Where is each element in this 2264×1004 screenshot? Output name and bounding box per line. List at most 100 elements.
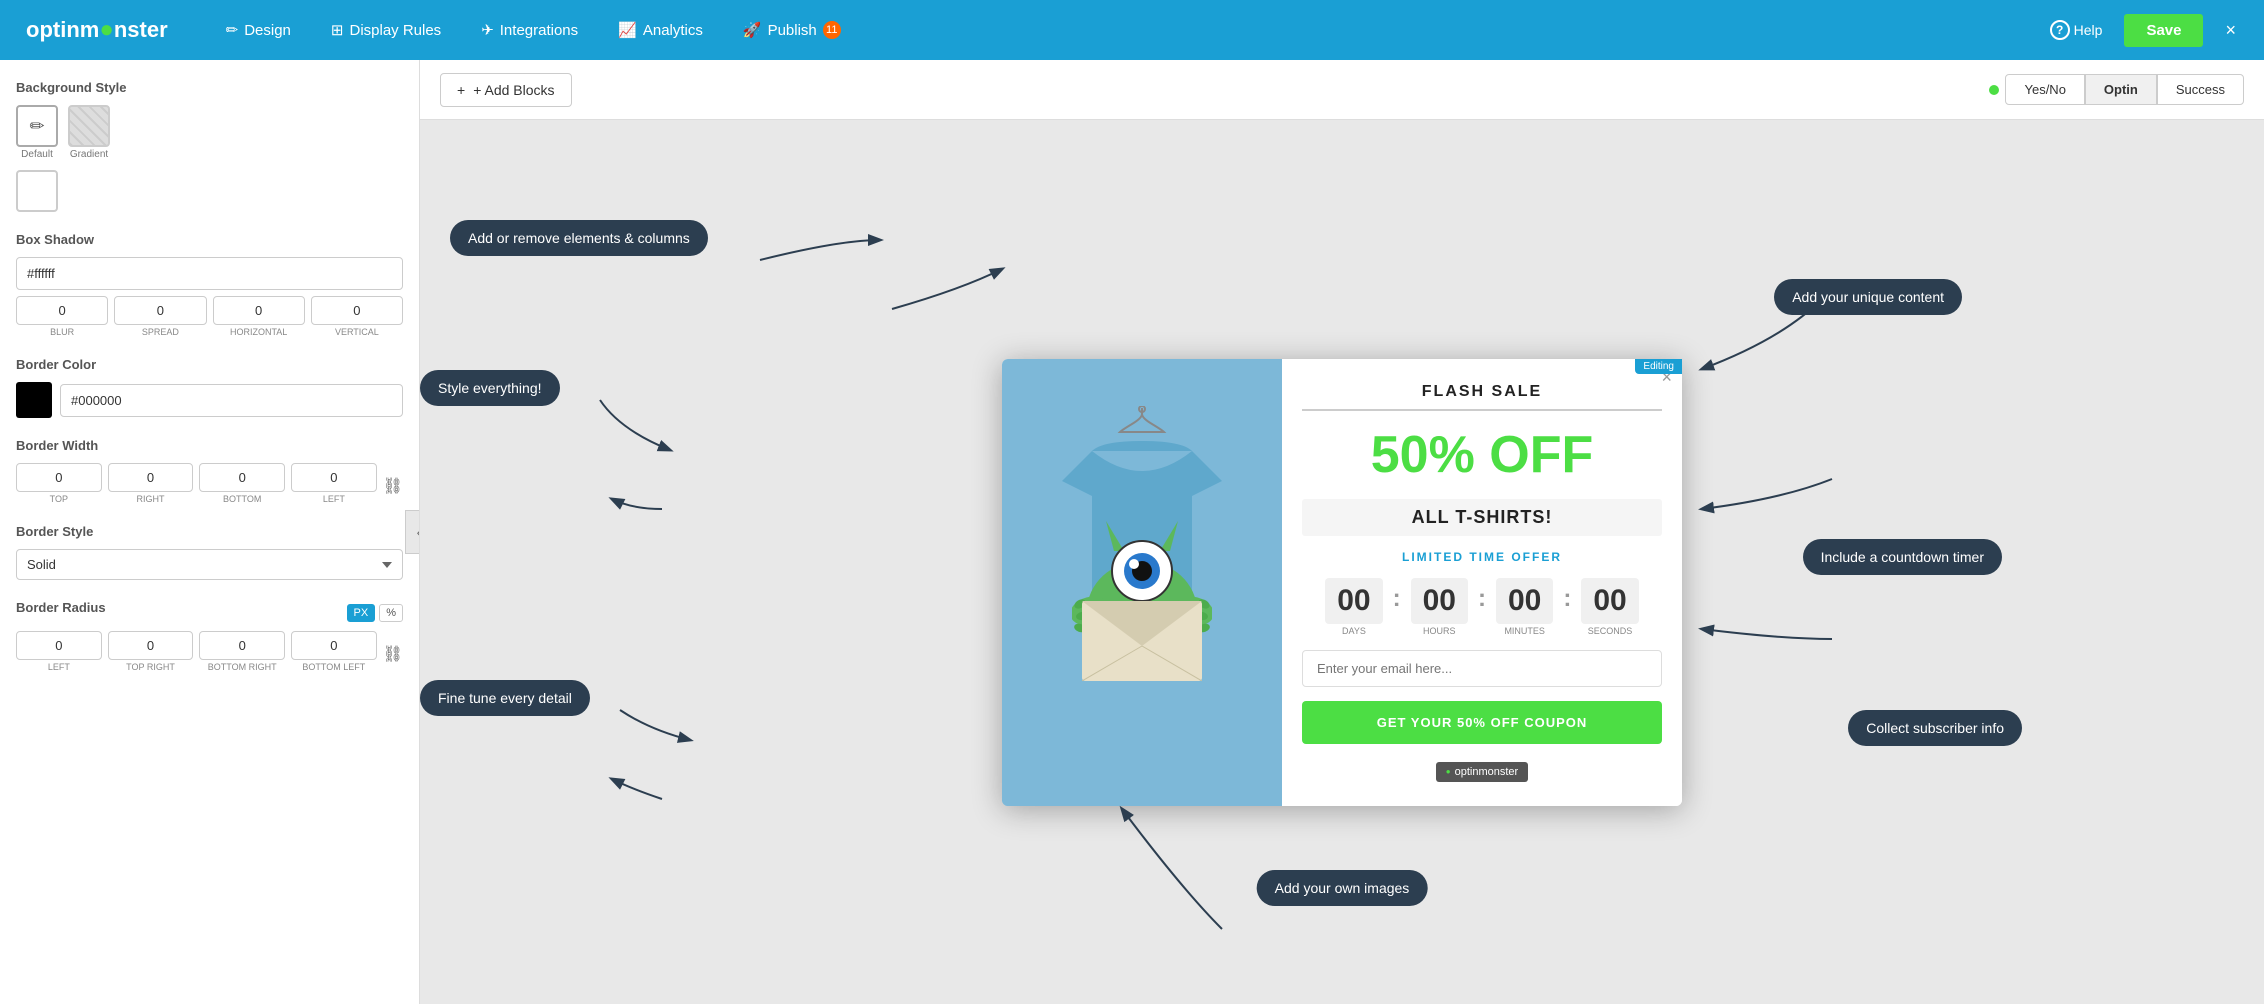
border-width-section: Border Width TOP RIGHT BOTTOM LEFT — [16, 438, 403, 504]
callout-countdown: Include a countdown timer — [1803, 539, 2002, 575]
help-icon: ? — [2050, 20, 2070, 40]
border-radius-label: Border Radius — [16, 600, 106, 615]
swatch-gradient-label: Gradient — [70, 149, 108, 160]
badge-container: ● optinmonster — [1302, 758, 1662, 782]
border-style-section: Border Style Solid Dashed Dotted None — [16, 524, 403, 580]
panel-collapse-toggle[interactable]: ‹ — [405, 510, 420, 554]
envelope — [1082, 601, 1202, 681]
percent-button[interactable]: % — [379, 604, 403, 622]
logo: optinm●nster — [16, 16, 188, 44]
help-button[interactable]: ? Help — [2038, 14, 2115, 46]
colon2: : — [1478, 585, 1486, 613]
border-width-row: TOP RIGHT BOTTOM LEFT ⛓ — [16, 463, 403, 504]
bg-style-pencil-swatch[interactable]: ✏ — [16, 105, 58, 147]
radius-bottom-left-input[interactable] — [291, 631, 377, 660]
top-label: TOP — [50, 494, 68, 504]
callout-subscriber: Collect subscriber info — [1848, 710, 2022, 746]
email-input[interactable] — [1302, 650, 1662, 687]
pencil-icon: ✏ — [226, 21, 239, 39]
shadow-color-input[interactable] — [16, 257, 403, 290]
add-blocks-button[interactable]: + + Add Blocks — [440, 73, 572, 107]
tshirt — [1032, 431, 1252, 691]
callout-images: Add your own images — [1257, 870, 1428, 906]
border-bottom-input[interactable] — [199, 463, 285, 492]
integrations-icon: ✈ — [481, 21, 494, 39]
link-radius-icon: ⛓ — [383, 644, 403, 672]
swatch-default-label: Default — [21, 149, 53, 160]
radius-top-right-input[interactable] — [108, 631, 194, 660]
border-radius-section: Border Radius PX % LEFT TOP RIGHT BOTTOM — [16, 600, 403, 672]
border-color-section: Border Color — [16, 357, 403, 418]
border-style-label: Border Style — [16, 524, 403, 539]
display-rules-icon: ⊞ — [331, 21, 344, 39]
border-left-input[interactable] — [291, 463, 377, 492]
countdown-row: 00 DAYS : 00 HOURS : 00 MINUTES — [1302, 578, 1662, 636]
box-shadow-label: Box Shadow — [16, 232, 403, 247]
nav-display-rules[interactable]: ⊞ Display Rules — [313, 13, 459, 47]
countdown-hours: 00 HOURS — [1411, 578, 1468, 636]
canvas-content: Add or remove elements & columns Style e… — [420, 120, 2264, 1004]
radius-br-label: BOTTOM RIGHT — [208, 662, 277, 672]
horizontal-label: HORIZONTAL — [230, 327, 287, 337]
plus-icon: + — [457, 82, 465, 98]
envelope-svg — [1082, 601, 1202, 681]
border-color-row — [16, 382, 403, 418]
bg-style-gradient-swatch[interactable] — [68, 105, 110, 147]
countdown-days: 00 DAYS — [1325, 578, 1382, 636]
coupon-button[interactable]: GET YOUR 50% OFF COUPON — [1302, 701, 1662, 744]
top-navigation: optinm●nster ✏ Design ⊞ Display Rules ✈ … — [0, 0, 2264, 60]
view-tabs: Yes/No Optin Success — [1989, 74, 2244, 105]
border-color-label: Border Color — [16, 357, 403, 372]
border-right-input[interactable] — [108, 463, 194, 492]
radius-tl-label: LEFT — [48, 662, 70, 672]
border-radius-row: LEFT TOP RIGHT BOTTOM RIGHT BOTTOM LEFT … — [16, 631, 403, 672]
radius-bottom-right-input[interactable] — [199, 631, 285, 660]
border-style-select[interactable]: Solid Dashed Dotted None — [16, 549, 403, 580]
badge-dot: ● — [1446, 767, 1451, 776]
border-color-swatch[interactable] — [16, 382, 52, 418]
success-tab[interactable]: Success — [2157, 74, 2244, 105]
yes-no-dot — [1989, 85, 1999, 95]
callout-unique-content: Add your unique content — [1774, 279, 1962, 315]
background-style-section: Background Style ✏ Default Gradient — [16, 80, 403, 212]
shadow-values-row: BLUR SPREAD HORIZONTAL VERTICAL — [16, 296, 403, 337]
popup-preview: × Editing FLASH SALE 50% OFF ALL T-SHIRT… — [1002, 359, 1682, 806]
border-color-input[interactable] — [60, 384, 403, 417]
border-radius-header: Border Radius PX % — [16, 600, 403, 625]
popup-left-panel — [1002, 359, 1282, 806]
bg-style-swatches: ✏ Default Gradient — [16, 105, 403, 160]
spread-label: SPREAD — [142, 327, 179, 337]
callout-fine-tune: Fine tune every detail — [420, 680, 590, 716]
radius-top-left-input[interactable] — [16, 631, 102, 660]
main-layout: Background Style ✏ Default Gradient Box … — [0, 60, 2264, 1004]
background-color-swatch[interactable] — [16, 170, 58, 212]
nav-publish[interactable]: 🚀 Publish 11 — [725, 13, 859, 47]
background-style-label: Background Style — [16, 80, 403, 95]
popup-right-panel: × Editing FLASH SALE 50% OFF ALL T-SHIRT… — [1282, 359, 1682, 806]
radius-tr-label: TOP RIGHT — [126, 662, 175, 672]
blur-label: BLUR — [50, 327, 74, 337]
left-label: LEFT — [323, 494, 345, 504]
save-button[interactable]: Save — [2124, 14, 2203, 47]
nav-analytics[interactable]: 📈 Analytics — [600, 13, 721, 47]
countdown-seconds: 00 SECONDS — [1581, 578, 1638, 636]
publish-icon: 🚀 — [743, 21, 762, 39]
shadow-spread-input[interactable] — [114, 296, 206, 325]
border-top-input[interactable] — [16, 463, 102, 492]
px-percent-toggle: PX % — [347, 604, 403, 622]
optinmonster-badge: ● optinmonster — [1436, 762, 1528, 782]
limited-offer: LIMITED TIME OFFER — [1302, 550, 1662, 564]
shadow-vertical-input[interactable] — [311, 296, 403, 325]
nav-close-button[interactable]: × — [2213, 12, 2248, 49]
shadow-blur-input[interactable] — [16, 296, 108, 325]
nav-integrations[interactable]: ✈ Integrations — [463, 13, 596, 47]
nav-right: ? Help Save × — [2038, 12, 2248, 49]
colon1: : — [1393, 585, 1401, 613]
editing-badge: Editing — [1635, 359, 1682, 374]
optin-tab[interactable]: Optin — [2085, 74, 2157, 105]
px-button[interactable]: PX — [347, 604, 376, 622]
shadow-horizontal-input[interactable] — [213, 296, 305, 325]
yes-no-tab[interactable]: Yes/No — [2005, 74, 2084, 105]
right-label: RIGHT — [137, 494, 165, 504]
nav-design[interactable]: ✏ Design — [208, 13, 309, 47]
